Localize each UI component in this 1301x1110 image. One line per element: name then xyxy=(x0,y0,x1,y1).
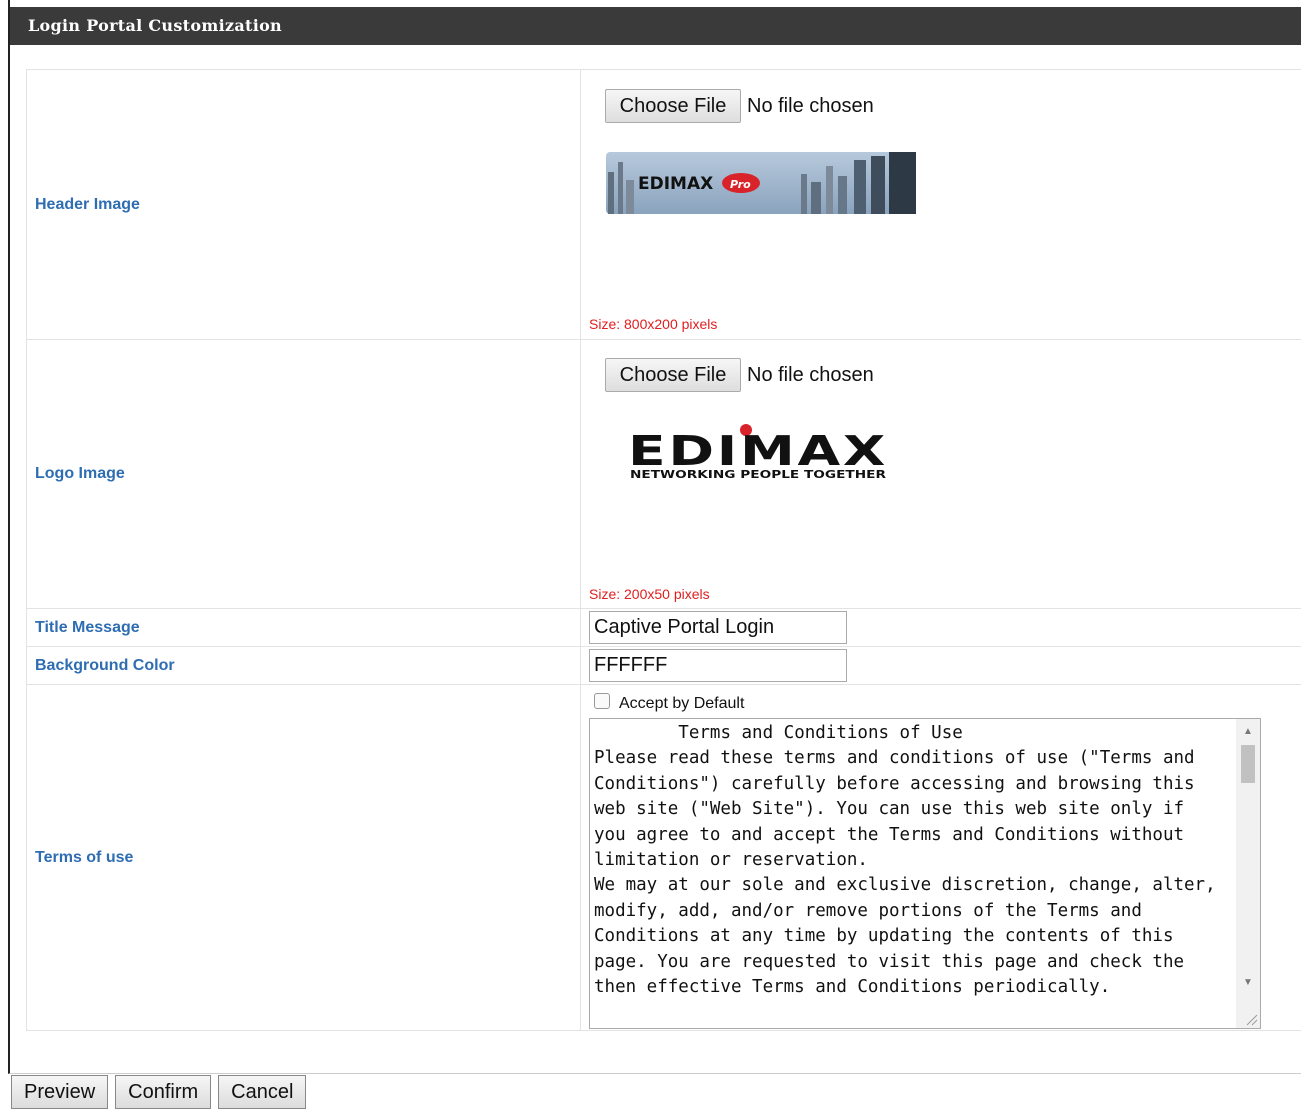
header-image-cell: Choose File No file chosen EDIMAX Pro Si… xyxy=(582,70,1301,339)
terms-textarea[interactable]: Terms and Conditions of Use Please read … xyxy=(589,718,1261,1029)
header-image-size-note: Size: 800x200 pixels xyxy=(589,316,718,332)
logo-image-cell: Choose File No file chosen EDIMAX NETWOR… xyxy=(582,340,1301,608)
cancel-button[interactable]: Cancel xyxy=(218,1075,307,1109)
background-color-input[interactable] xyxy=(589,649,847,682)
terms-of-use-label: Terms of use xyxy=(27,685,581,1030)
logo-image-choose-file-button[interactable]: Choose File xyxy=(605,358,741,392)
terms-text: Terms and Conditions of Use Please read … xyxy=(594,723,1216,998)
background-color-row: Background Color xyxy=(27,647,1301,685)
title-message-row: Title Message xyxy=(27,609,1301,647)
header-image-file-status: No file chosen xyxy=(747,94,874,117)
header-logo-badge: Pro xyxy=(730,178,751,191)
terms-scrollbar[interactable]: ▲ ▼ xyxy=(1236,719,1260,1028)
settings-table: Header Image Choose File No file chosen xyxy=(26,69,1301,1031)
header-image-file-picker: Choose File No file chosen xyxy=(605,89,874,123)
logo-image-size-note: Size: 200x50 pixels xyxy=(589,586,710,602)
title-message-input[interactable] xyxy=(589,611,847,644)
terms-of-use-cell: Accept by Default Terms and Conditions o… xyxy=(582,685,1301,1030)
title-message-cell xyxy=(582,609,1301,646)
accept-by-default-checkbox[interactable] xyxy=(594,693,610,709)
logo-image-row: Logo Image Choose File No file chosen ED… xyxy=(27,340,1301,609)
logo-image-preview: EDIMAX NETWORKING PEOPLE TOGETHER xyxy=(628,424,888,481)
logo-image-label: Logo Image xyxy=(27,340,581,608)
logo-image-file-status: No file chosen xyxy=(747,363,874,386)
confirm-button[interactable]: Confirm xyxy=(115,1075,212,1109)
accept-by-default-label: Accept by Default xyxy=(619,695,745,712)
header-image-preview: EDIMAX Pro xyxy=(606,152,916,214)
logo-text: EDIMAX xyxy=(628,427,888,475)
logo-image-file-picker: Choose File No file chosen xyxy=(605,358,874,392)
resize-grip-icon[interactable] xyxy=(1246,1014,1258,1026)
background-color-cell xyxy=(582,647,1301,684)
background-color-label: Background Color xyxy=(27,647,581,684)
title-message-label: Title Message xyxy=(27,609,581,646)
header-logo-text: EDIMAX xyxy=(638,174,713,194)
header-image-row: Header Image Choose File No file chosen xyxy=(27,70,1301,340)
action-bar: Preview Confirm Cancel xyxy=(11,1075,313,1109)
scroll-up-arrow-icon[interactable]: ▲ xyxy=(1236,721,1260,741)
scrollbar-thumb[interactable] xyxy=(1241,745,1255,783)
header-image-label: Header Image xyxy=(27,70,581,339)
preview-button[interactable]: Preview xyxy=(11,1075,109,1109)
panel-title: Login Portal Customization xyxy=(10,7,1301,45)
terms-of-use-row: Terms of use Accept by Default Terms and… xyxy=(27,685,1301,1031)
logo-tagline: NETWORKING PEOPLE TOGETHER xyxy=(630,469,886,481)
scroll-down-arrow-icon[interactable]: ▼ xyxy=(1236,972,1260,992)
header-image-choose-file-button[interactable]: Choose File xyxy=(605,89,741,123)
